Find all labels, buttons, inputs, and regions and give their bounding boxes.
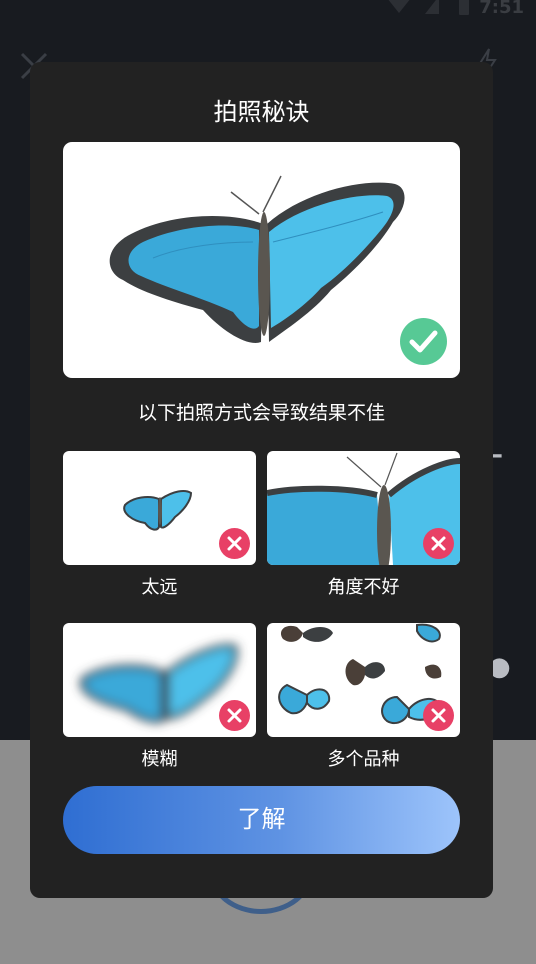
good-example-image: [63, 142, 460, 378]
cross-icon: [423, 528, 454, 559]
example-multiple-species: [267, 623, 460, 737]
example-blurry: [63, 623, 256, 737]
example-too-far: [63, 451, 256, 565]
dialog-title: 拍照秘诀: [213, 98, 310, 126]
photo-tips-dialog: 拍照秘诀 以下拍照方式会导致结果不佳 太远 角度不好 模糊 多个品种 了解: [30, 62, 493, 898]
cross-icon: [219, 528, 250, 559]
signal-icon: [424, 0, 440, 16]
confirm-button[interactable]: 了解: [63, 786, 460, 854]
status-time: 7:51: [479, 0, 524, 18]
battery-icon: [457, 0, 471, 16]
example-label: 多个品种: [327, 749, 400, 770]
example-label: 模糊: [141, 749, 178, 770]
status-bar: 7:51: [0, 0, 536, 22]
dialog-subtitle: 以下拍照方式会导致结果不佳: [137, 402, 385, 424]
example-label: 太远: [141, 577, 178, 598]
wifi-icon: [386, 0, 412, 16]
cross-icon: [423, 700, 454, 731]
cross-icon: [219, 700, 250, 731]
example-label: 角度不好: [327, 577, 400, 598]
check-icon: [400, 318, 447, 365]
example-bad-angle: [267, 451, 460, 565]
